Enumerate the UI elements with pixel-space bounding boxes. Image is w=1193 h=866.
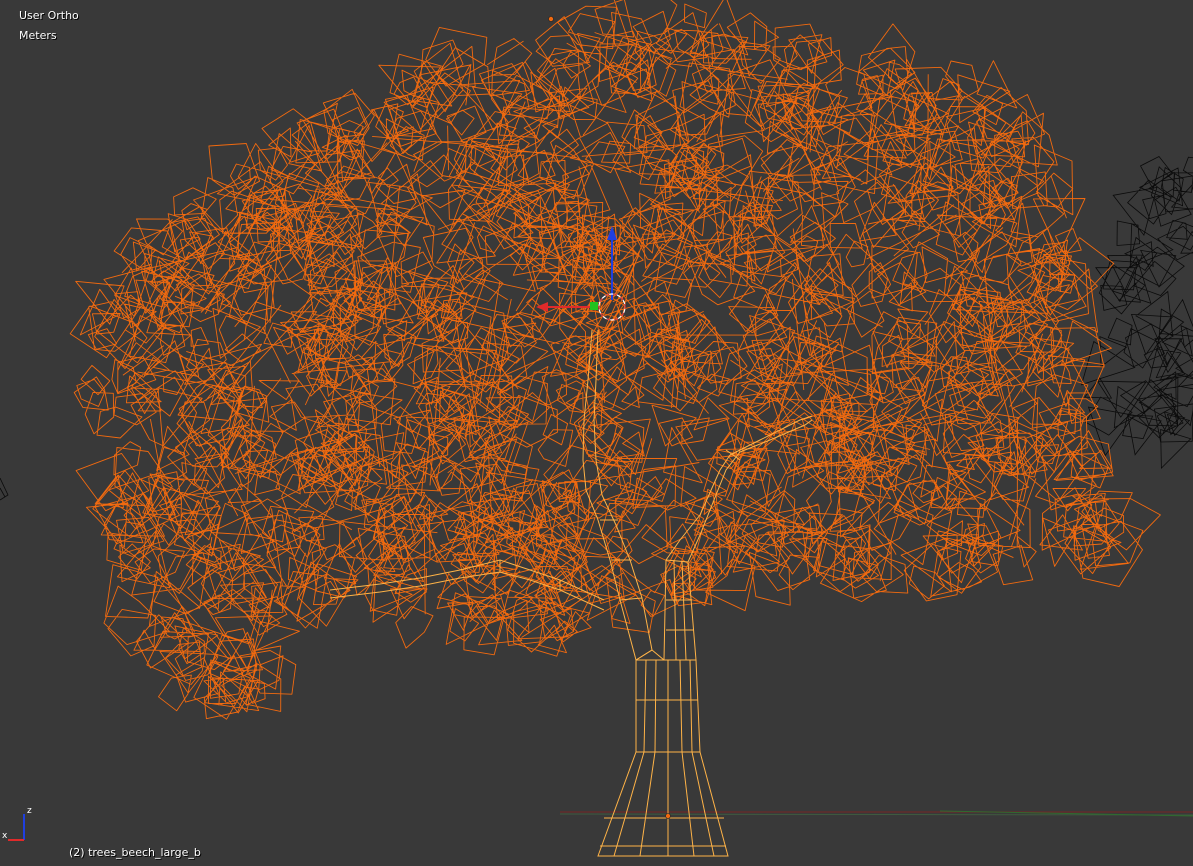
units-label: Meters [19,29,57,42]
object-origin-icon[interactable] [548,16,554,22]
3d-viewport[interactable]: User Ortho Meters (2) trees_beech_large_… [0,0,1193,866]
unselected-tree-leaf-cards [1081,155,1193,470]
x-axis-label: x [2,831,8,841]
axis-orientation-widget: z x [2,806,32,841]
grid-axis-lines [559,810,1193,817]
object-origin-icon[interactable] [665,813,671,819]
tree-canopy-wireframe[interactable] [69,0,1161,720]
unselected-tree-wireframe[interactable] [1081,155,1193,470]
z-axis-label: z [27,806,32,816]
scene-canvas[interactable] [0,0,1193,866]
canopy-leaf-cards [69,0,1161,720]
active-object-label: (2) trees_beech_large_b [69,846,201,859]
unselected-object-edge [0,477,9,501]
view-name-label: User Ortho [19,9,79,22]
